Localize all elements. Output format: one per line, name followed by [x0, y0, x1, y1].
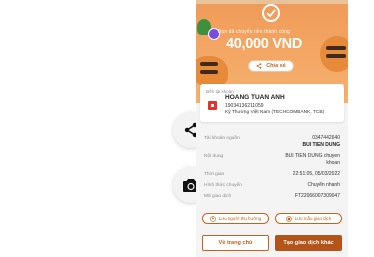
user-add-icon — [209, 215, 216, 222]
method-value: Chuyển nhanh — [307, 182, 340, 188]
share-receipt-button[interactable]: Chia sẻ — [248, 60, 294, 72]
time-value: 22:51:05, 05/03/2022 — [292, 171, 340, 177]
recipient-name: HOANG TUAN ANH — [225, 94, 285, 101]
transaction-code-value: FT22066007309047 — [294, 193, 340, 199]
transaction-details: Tài khoản nguồn 0347442640 BUI TIEN DUNG… — [200, 130, 344, 206]
transfer-amount: 40,000 VND — [226, 36, 302, 52]
content-value-line2: khoan — [326, 160, 340, 166]
transaction-code-label: Mã giao dịch — [204, 194, 232, 199]
new-transaction-button[interactable]: Tạo giao dịch khác — [275, 235, 342, 251]
source-account-name: BUI TIEN DUNG — [302, 142, 341, 148]
source-account-value: 0347442640 — [312, 135, 340, 141]
transfer-receipt-screen: Bạn đã chuyển tiền thành công 40,000 VND… — [196, 0, 348, 257]
share-icon — [256, 63, 262, 69]
recipient-bank: Kỹ Thương Việt Nam (TECHCOMBANK, TCB) — [225, 110, 325, 115]
template-icon — [285, 215, 292, 222]
success-check-icon — [262, 4, 280, 22]
content-value-line1: BUI TIEN DUNG chuyen — [285, 153, 340, 159]
tiger-decoration-left — [196, 56, 228, 86]
save-template-button[interactable]: Lưu mẫu giao dịch — [275, 213, 342, 224]
success-message: Bạn đã chuyển tiền thành công — [218, 29, 290, 35]
tiger-decoration-right — [320, 36, 348, 72]
recipient-account: 19034136211059 — [225, 103, 264, 109]
save-template-label: Lưu mẫu giao dịch — [294, 216, 332, 221]
home-button[interactable]: Về trang chủ — [202, 235, 269, 251]
recipient-card: Đến tài khoản HOANG TUAN ANH 19034136211… — [200, 84, 344, 122]
source-account-label: Tài khoản nguồn — [204, 136, 240, 141]
time-label: Thời gian — [204, 172, 225, 177]
content-label: Nội dung — [204, 154, 224, 159]
save-beneficiary-button[interactable]: Lưu người thụ hưởng — [202, 213, 269, 224]
save-beneficiary-label: Lưu người thụ hưởng — [218, 216, 262, 221]
share-receipt-label: Chia sẻ — [266, 63, 286, 69]
techcombank-logo-icon — [208, 101, 217, 110]
method-label: Hình thức chuyển — [204, 183, 242, 188]
